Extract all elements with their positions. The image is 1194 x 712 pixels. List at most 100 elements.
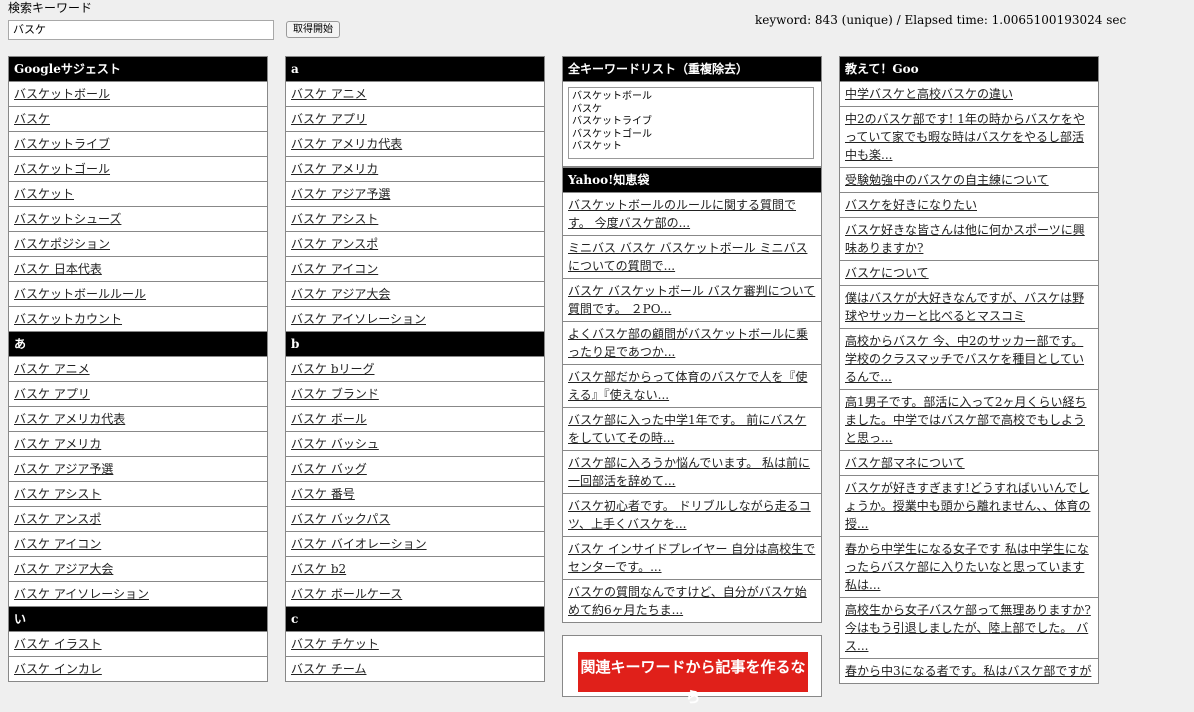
question-link[interactable]: バスケ部に入った中学1年です。 前にバスケをしていてその時... xyxy=(568,413,806,445)
suggest-link[interactable]: バスケ 日本代表 xyxy=(14,262,102,276)
suggest-link[interactable]: バスケ ブランド xyxy=(291,387,379,401)
suggest-link[interactable]: バスケ アイソレーション xyxy=(291,312,426,326)
suggest-link[interactable]: バスケ アシスト xyxy=(291,212,378,226)
all-keywords-header: 全キーワードリスト（重複除去） xyxy=(563,57,821,82)
question-link[interactable]: 高校からバスケ 今、中2のサッカー部です。学校のクラスマッチでバスケを種目として… xyxy=(845,334,1084,384)
section-header: あ xyxy=(9,332,267,357)
search-input[interactable]: バスケ xyxy=(8,20,274,40)
suggest-row: バスケ チケット xyxy=(286,632,544,657)
question-link[interactable]: バスケを好きになりたい xyxy=(845,198,977,212)
suggest-link[interactable]: バスケ アシスト xyxy=(14,487,101,501)
question-link[interactable]: バスケ部だからって体育のバスケで人を『使える』『使えない... xyxy=(568,370,807,402)
question-link[interactable]: 高1男子です。部活に入って2ヶ月くらい経ちました。中学ではバスケ部で高校でもしよ… xyxy=(845,395,1086,445)
suggest-row: バスケ ボール xyxy=(286,407,544,432)
question-link[interactable]: 高校生から女子バスケ部って無理ありますか? 今はもう引退しましたが、陸上部でした… xyxy=(845,603,1091,653)
suggest-link[interactable]: バスケ アジア大会 xyxy=(291,287,390,301)
question-link[interactable]: 受験勉強中のバスケの自主練について xyxy=(845,173,1049,187)
suggest-link[interactable]: バスケットライブ xyxy=(14,137,110,151)
question-link[interactable]: 中学バスケと高校バスケの違い xyxy=(845,87,1013,101)
suggest-link[interactable]: バスケ アプリ xyxy=(291,112,367,126)
ad-banner[interactable]: 関連キーワードから記事を作るなら xyxy=(578,652,808,706)
question-item: バスケ部マネについて xyxy=(840,451,1098,476)
question-item: 受験勉強中のバスケの自主練について xyxy=(840,168,1098,193)
suggest-link[interactable]: バスケ ボールケース xyxy=(291,587,402,601)
suggest-row: バスケ ブランド xyxy=(286,382,544,407)
suggest-row: バスケ バッグ xyxy=(286,457,544,482)
suggest-link[interactable]: バスケ アメリカ xyxy=(14,437,101,451)
question-item: バスケが好きすぎます!どうすればいいんでしょうか。授業中も頭から離れません、、体… xyxy=(840,476,1098,537)
suggest-row: バスケ アンスポ xyxy=(286,232,544,257)
question-link[interactable]: バスケ部マネについて xyxy=(845,456,965,470)
question-link[interactable]: ミニバス バスケ バスケットボール ミニバスについての質問で... xyxy=(568,241,807,273)
suggest-link[interactable]: バスケ アメリカ代表 xyxy=(291,137,402,151)
suggest-link[interactable]: バスケ インカレ xyxy=(14,662,102,676)
question-item: バスケ部に入ろうか悩んでいます。 私は前に一回部活を辞めて... xyxy=(563,451,821,494)
question-item: 中学バスケと高校バスケの違い xyxy=(840,82,1098,107)
suggest-link[interactable]: バスケ チーム xyxy=(291,662,366,676)
question-item: 高校からバスケ 今、中2のサッカー部です。学校のクラスマッチでバスケを種目として… xyxy=(840,329,1098,390)
google-suggest-table: Googleサジェスト バスケットボール バスケ バスケットライブ バスケットゴール バス… xyxy=(8,56,268,682)
question-link[interactable]: バスケ初心者です。 ドリブルしながら走るコツ、上手くバスケを... xyxy=(568,499,811,531)
suggest-link[interactable]: バスケ バッシュ xyxy=(291,437,379,451)
suggest-link[interactable]: バスケポジション xyxy=(14,237,110,251)
suggest-link[interactable]: バスケ 番号 xyxy=(291,487,355,501)
suggest-link[interactable]: バスケ アプリ xyxy=(14,387,90,401)
suggest-link[interactable]: バスケ アニメ xyxy=(291,87,367,101)
suggest-link[interactable]: バスケットゴール xyxy=(14,162,110,176)
suggest-link[interactable]: バスケットボールルール xyxy=(14,287,146,301)
question-link[interactable]: 僕はバスケが大好きなんですが、バスケは野球やサッカーと比べるとマスコミ xyxy=(845,291,1084,323)
alpha-suggest-column: a バスケ アニメ バスケ アプリバスケ アメリカ代表 バスケ アメリカ バスケ アジア… xyxy=(285,56,545,682)
suggest-link[interactable]: バスケ アメリカ xyxy=(291,162,378,176)
suggest-link[interactable]: バスケ ボール xyxy=(291,412,367,426)
suggest-link[interactable]: バスケ b2 xyxy=(291,562,346,576)
suggest-link[interactable]: バスケ バックパス xyxy=(291,512,390,526)
suggest-row: バスケットゴール xyxy=(9,157,267,182)
suggest-link[interactable]: バスケ アンスポ xyxy=(14,512,101,526)
suggest-row: バスケ ボールケース xyxy=(286,582,544,607)
search-bar: 検索キーワード バスケ 取得開始 keyword: 843 (unique) /… xyxy=(8,0,1188,44)
question-link[interactable]: バスケが好きすぎます!どうすればいいんでしょうか。授業中も頭から離れません、、体… xyxy=(845,481,1090,531)
suggest-link[interactable]: バスケ アジア予選 xyxy=(291,187,390,201)
suggest-row: バスケ アイソレーション xyxy=(9,582,267,607)
suggest-link[interactable]: バスケ イラスト xyxy=(14,637,102,651)
suggest-link[interactable]: バスケットカウント xyxy=(14,312,122,326)
fetch-button[interactable]: 取得開始 xyxy=(286,21,340,38)
suggest-link[interactable]: バスケット xyxy=(14,187,74,201)
section-header: a xyxy=(286,57,544,82)
suggest-link[interactable]: バスケットボール xyxy=(14,87,110,101)
suggest-link[interactable]: バスケ バッグ xyxy=(291,462,367,476)
suggest-link[interactable]: バスケ アジア大会 xyxy=(14,562,113,576)
question-link[interactable]: バスケ好きな皆さんは他に何かスポーツに興味ありますか? xyxy=(845,223,1085,255)
suggest-link[interactable]: バスケ アジア予選 xyxy=(14,462,113,476)
all-keywords-wrap: バスケットボール バスケ バスケットライブ バスケットゴール バスケット xyxy=(563,82,821,167)
question-link[interactable]: バスケ部に入ろうか悩んでいます。 私は前に一回部活を辞めて... xyxy=(568,456,810,488)
question-link[interactable]: バスケの質問なんですけど、自分がバスケ始めて約6ヶ月たちま... xyxy=(568,585,807,617)
question-link[interactable]: バスケ バスケットボール バスケ審判について質問です。 ２PO... xyxy=(568,284,815,316)
question-link[interactable]: 中2のバスケ部です! 1年の時からバスケをやっていて家でも暇な時はバスケをやるし… xyxy=(845,112,1085,162)
suggest-link[interactable]: バスケ チケット xyxy=(291,637,379,651)
suggest-link[interactable]: バスケ xyxy=(14,112,50,126)
suggest-link[interactable]: バスケ アイソレーション xyxy=(14,587,149,601)
question-link[interactable]: バスケ インサイドプレイヤー 自分は高校生でセンターです。... xyxy=(568,542,815,574)
suggest-link[interactable]: バスケ バイオレーション xyxy=(291,537,427,551)
question-link[interactable]: バスケットボールのルールに関する質問です。 今度バスケ部の... xyxy=(568,198,796,230)
suggest-row: バスケ アジア大会 xyxy=(9,557,267,582)
question-item: バスケ バスケットボール バスケ審判について質問です。 ２PO... xyxy=(563,279,821,322)
question-link[interactable]: よくバスケ部の顧問がバスケットボールに乗ったり足であつか... xyxy=(568,327,808,359)
suggest-row: バスケ 日本代表 xyxy=(9,257,267,282)
suggest-link[interactable]: バスケットシューズ xyxy=(14,212,121,226)
question-link[interactable]: 春から中学生になる女子です 私は中学生になったらバスケ部に入りたいなと思っていま… xyxy=(845,542,1089,592)
question-link[interactable]: バスケについて xyxy=(845,266,929,280)
suggest-link[interactable]: バスケ アイコン xyxy=(291,262,378,276)
suggest-link[interactable]: バスケ アイコン xyxy=(14,537,101,551)
stats-text: keyword: 843 (unique) / Elapsed time: 1.… xyxy=(755,13,1127,27)
suggest-link[interactable]: バスケ アンスポ xyxy=(291,237,378,251)
keyword-list-column: 全キーワードリスト（重複除去） バスケットボール バスケ バスケットライブ バス… xyxy=(562,56,822,706)
suggest-row: バスケットカウント xyxy=(9,307,267,332)
all-keywords-textarea[interactable]: バスケットボール バスケ バスケットライブ バスケットゴール バスケット xyxy=(568,87,814,159)
suggest-row: バスケ アメリカ代表 xyxy=(286,132,544,157)
suggest-link[interactable]: バスケ アニメ xyxy=(14,362,90,376)
suggest-link[interactable]: バスケ アメリカ代表 xyxy=(14,412,125,426)
suggest-link[interactable]: バスケ bリーグ xyxy=(291,362,375,376)
question-link[interactable]: 春から中3になる者です。私はバスケ部ですが xyxy=(845,664,1091,678)
